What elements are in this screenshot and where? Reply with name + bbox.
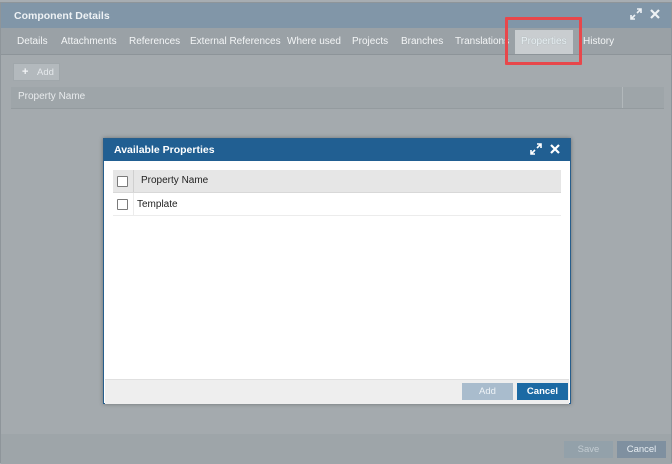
tab-where-used[interactable]: Where used	[287, 36, 341, 47]
close-icon[interactable]	[649, 8, 661, 20]
modal-title: Available Properties	[114, 144, 215, 156]
properties-tab-highlight	[505, 17, 582, 65]
column-divider	[133, 193, 134, 215]
column-header-property-name[interactable]: Property Name	[18, 91, 85, 102]
available-properties-dialog: Available Properties Property Name Templ…	[103, 138, 571, 404]
tab-attachments[interactable]: Attachments	[61, 36, 117, 47]
modal-footer: Add Cancel	[105, 379, 569, 404]
plus-icon: +	[22, 66, 29, 78]
add-button[interactable]: Add	[462, 383, 513, 400]
property-name-cell: Template	[137, 199, 178, 210]
available-properties-grid-header: Property Name	[113, 170, 561, 193]
tab-details[interactable]: Details	[17, 36, 48, 47]
select-all-checkbox[interactable]	[117, 176, 128, 187]
tab-projects[interactable]: Projects	[352, 36, 388, 47]
maximize-icon[interactable]	[530, 143, 542, 155]
modal-title-bar: Available Properties	[104, 139, 570, 161]
maximize-icon[interactable]	[630, 8, 642, 20]
column-header-property-name[interactable]: Property Name	[141, 175, 208, 186]
add-button-label: Add	[37, 67, 54, 78]
dialog-footer: Save Cancel	[1, 434, 671, 464]
column-divider	[622, 87, 623, 108]
save-button[interactable]: Save	[564, 441, 613, 458]
column-divider	[133, 170, 134, 192]
cancel-button[interactable]: Cancel	[617, 441, 666, 458]
tab-branches[interactable]: Branches	[401, 36, 443, 47]
cancel-button[interactable]: Cancel	[517, 383, 568, 400]
row-checkbox[interactable]	[117, 199, 128, 210]
dialog-title: Component Details	[14, 10, 110, 22]
tab-history[interactable]: History	[583, 36, 614, 47]
table-row[interactable]: Template	[113, 193, 561, 216]
close-icon[interactable]	[549, 143, 561, 155]
tab-references[interactable]: References	[129, 36, 180, 47]
tab-external-references[interactable]: External References	[190, 36, 281, 47]
tab-translations[interactable]: Translations	[455, 36, 509, 47]
properties-grid-header: Property Name	[11, 87, 664, 109]
add-property-button[interactable]: + Add	[13, 63, 60, 81]
